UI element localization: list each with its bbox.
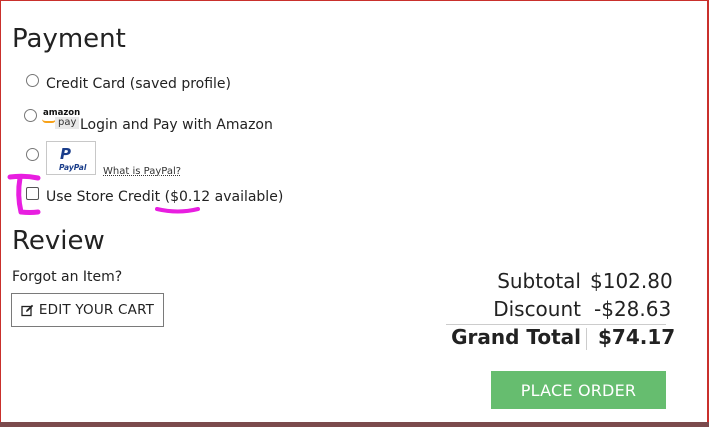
store-credit-label[interactable]: Use Store Credit ($0.12 available) [46, 189, 283, 205]
forgot-item-text: Forgot an Item? [12, 269, 123, 285]
edit-cart-label: EDIT YOUR CART [38, 302, 155, 318]
edit-icon [21, 304, 34, 317]
edit-cart-button[interactable]: EDIT YOUR CART [11, 293, 164, 327]
paypal-radio[interactable] [26, 148, 39, 161]
subtotal-label: Subtotal [497, 269, 581, 293]
payment-heading: Payment [12, 24, 126, 54]
paypal-wordmark: PayPal [59, 163, 87, 172]
page-frame [0, 0, 709, 427]
paypal-mark: P [60, 145, 71, 163]
store-credit-checkbox[interactable] [26, 187, 39, 200]
bottom-bar [0, 422, 709, 427]
what-is-paypal-link[interactable]: What is PayPal? [103, 166, 181, 177]
subtotal-value: $102.80 [590, 269, 673, 293]
discount-label: Discount [493, 297, 581, 321]
totals-column-divider [586, 328, 587, 350]
store-credit-prefix: Use Store Credit ( [46, 189, 171, 205]
review-heading: Review [12, 226, 105, 256]
store-credit-amount: $0.12 [170, 189, 211, 205]
amazon-pay-logo-icon: amazon pay [40, 108, 80, 130]
amazon-smile-icon [42, 119, 56, 123]
amazon-pay-text: pay [55, 117, 80, 129]
grand-total-label: Grand Total [451, 325, 581, 349]
credit-card-radio[interactable] [26, 74, 39, 87]
credit-card-label[interactable]: Credit Card (saved profile) [46, 76, 231, 92]
discount-value: -$28.63 [594, 297, 672, 321]
store-credit-suffix: available) [210, 189, 284, 205]
amazon-pay-radio[interactable] [24, 109, 37, 122]
amazon-pay-label[interactable]: Login and Pay with Amazon [80, 117, 273, 133]
place-order-button[interactable]: PLACE ORDER [491, 371, 666, 409]
paypal-logo-icon[interactable]: P PayPal [46, 141, 96, 175]
grand-total-value: $74.17 [598, 325, 676, 349]
